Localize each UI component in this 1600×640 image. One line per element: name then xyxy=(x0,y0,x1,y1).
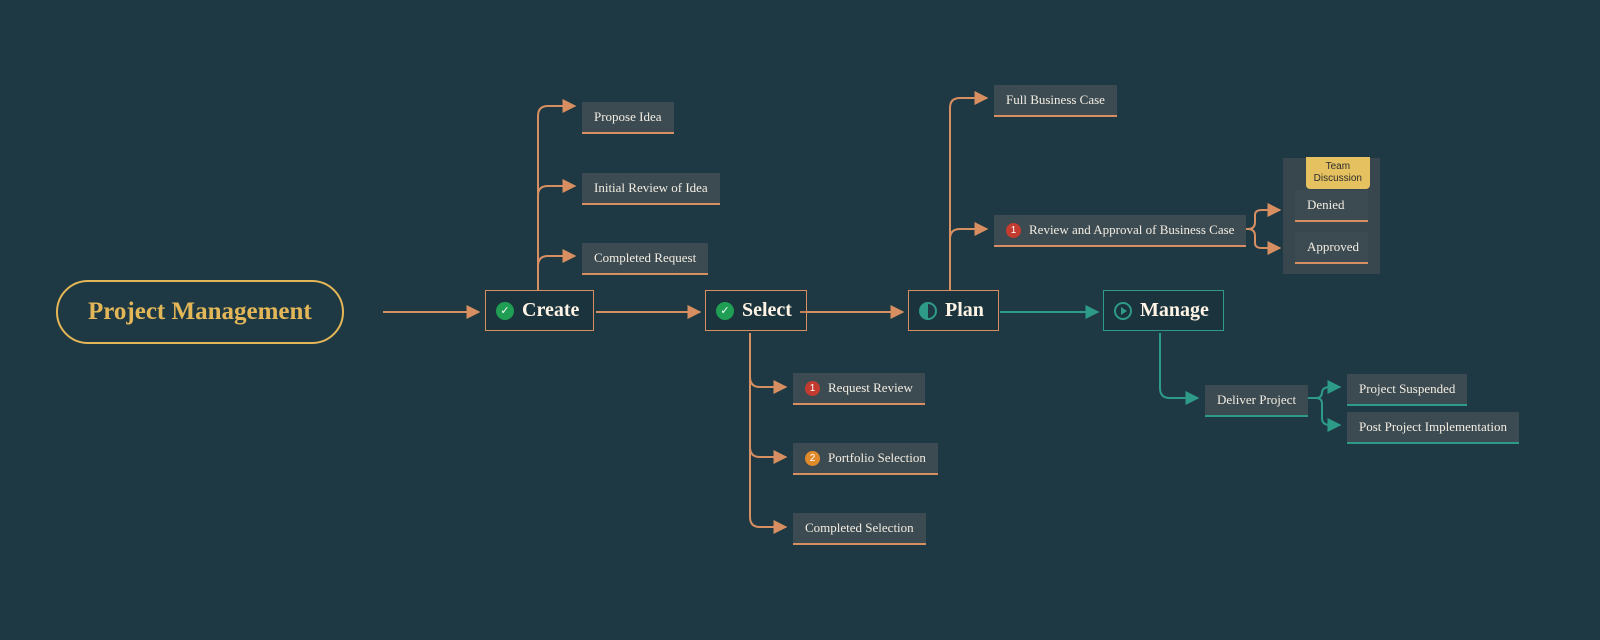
leaf-request-review[interactable]: 1 Request Review xyxy=(793,373,925,405)
check-icon: ✓ xyxy=(716,302,734,320)
stage-create-label: Create xyxy=(522,299,579,322)
play-icon xyxy=(1114,302,1132,320)
stage-plan[interactable]: Plan xyxy=(908,290,999,331)
review-outcome-group: TeamDiscussion Denied Approved xyxy=(1283,158,1380,274)
bullet-one-icon: 1 xyxy=(1006,223,1021,238)
stage-plan-label: Plan xyxy=(945,299,984,322)
stage-manage-label: Manage xyxy=(1140,299,1209,322)
leaf-completed-request[interactable]: Completed Request xyxy=(582,243,708,275)
stage-select-label: Select xyxy=(742,299,792,322)
stage-select[interactable]: ✓ Select xyxy=(705,290,807,331)
leaf-approved[interactable]: Approved xyxy=(1295,232,1368,264)
root-title: Project Management xyxy=(88,298,312,325)
bullet-one-icon: 1 xyxy=(805,381,820,396)
bullet-two-icon: 2 xyxy=(805,451,820,466)
leaf-initial-review[interactable]: Initial Review of Idea xyxy=(582,173,720,205)
stage-create[interactable]: ✓ Create xyxy=(485,290,594,331)
leaf-post-project-impl[interactable]: Post Project Implementation xyxy=(1347,412,1519,444)
leaf-portfolio-selection[interactable]: 2 Portfolio Selection xyxy=(793,443,938,475)
leaf-review-approval[interactable]: 1 Review and Approval of Business Case xyxy=(994,215,1246,247)
stage-manage[interactable]: Manage xyxy=(1103,290,1224,331)
leaf-denied[interactable]: Denied xyxy=(1295,190,1368,222)
team-discussion-tag: TeamDiscussion xyxy=(1306,157,1370,189)
half-progress-icon xyxy=(919,302,937,320)
leaf-project-suspended[interactable]: Project Suspended xyxy=(1347,374,1467,406)
leaf-full-business-case[interactable]: Full Business Case xyxy=(994,85,1117,117)
leaf-completed-selection[interactable]: Completed Selection xyxy=(793,513,926,545)
root-node[interactable]: Project Management xyxy=(56,280,344,344)
leaf-propose-idea[interactable]: Propose Idea xyxy=(582,102,674,134)
leaf-deliver-project[interactable]: Deliver Project xyxy=(1205,385,1308,417)
check-icon: ✓ xyxy=(496,302,514,320)
